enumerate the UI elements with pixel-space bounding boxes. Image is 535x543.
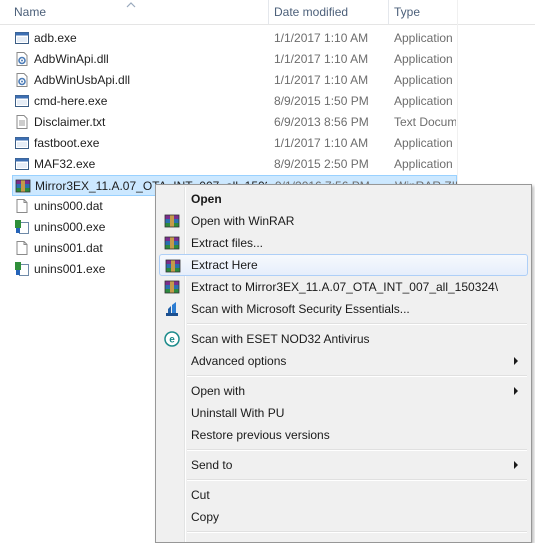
menu-separator bbox=[187, 323, 527, 325]
blank-file-icon bbox=[14, 198, 30, 214]
file-type: Application bbox=[394, 94, 453, 108]
menu-item-label: Advanced options bbox=[191, 354, 287, 368]
menu-item-extract-here[interactable]: Extract Here bbox=[159, 254, 528, 276]
menu-separator bbox=[187, 375, 527, 377]
menu-item-send-to[interactable]: Send to bbox=[159, 454, 528, 476]
file-type: Application bbox=[394, 73, 453, 87]
eset-icon: e bbox=[164, 331, 180, 347]
menu-item-scan-with-eset-nod32-antivirus[interactable]: e Scan with ESET NOD32 Antivirus bbox=[159, 328, 528, 350]
menu-item-label: Send to bbox=[191, 458, 233, 472]
menu-item-label: Open with WinRAR bbox=[191, 214, 295, 228]
menu-separator bbox=[187, 449, 527, 451]
file-name: MAF32.exe bbox=[34, 157, 96, 171]
file-row[interactable]: AdbWinApi.dll 1/1/2017 1:10 AM Application bbox=[12, 49, 457, 70]
file-type: Application bbox=[394, 52, 453, 66]
text-file-icon bbox=[14, 114, 30, 130]
file-date: 6/9/2013 8:56 PM bbox=[274, 115, 369, 129]
sort-chevron-icon bbox=[126, 2, 136, 8]
installer-icon bbox=[14, 219, 30, 235]
menu-item-copy[interactable]: Copy bbox=[159, 506, 528, 528]
svg-text:e: e bbox=[169, 335, 175, 346]
menu-separator bbox=[187, 531, 527, 533]
menu-item-open[interactable]: Open bbox=[159, 188, 528, 210]
file-name: Disclaimer.txt bbox=[34, 115, 106, 129]
menu-item-label: Open with bbox=[191, 384, 246, 398]
exe-window-icon bbox=[14, 30, 30, 46]
menu-item-extract-files[interactable]: Extract files... bbox=[159, 232, 528, 254]
winrar-icon bbox=[164, 235, 180, 251]
column-separator[interactable] bbox=[388, 0, 389, 24]
file-type: Application bbox=[394, 157, 453, 171]
menu-item-label: Extract files... bbox=[191, 236, 264, 250]
menu-item-create-shortcut[interactable]: Create shortcut bbox=[159, 536, 528, 542]
exe-window-icon bbox=[14, 135, 30, 151]
file-name: cmd-here.exe bbox=[34, 94, 108, 108]
dll-gear-icon bbox=[14, 51, 30, 67]
winrar-icon bbox=[165, 258, 181, 274]
winrar-archive-icon bbox=[15, 178, 31, 194]
column-header-name[interactable]: Name bbox=[14, 0, 46, 24]
installer-icon bbox=[14, 261, 30, 277]
menu-item-label: Extract to Mirror3EX_11.A.07_OTA_INT_007… bbox=[191, 280, 499, 294]
file-date: 8/9/2015 1:50 PM bbox=[274, 94, 369, 108]
exe-window-icon bbox=[14, 156, 30, 172]
menu-item-label: Scan with ESET NOD32 Antivirus bbox=[191, 332, 370, 346]
file-date: 8/9/2015 2:50 PM bbox=[274, 157, 369, 171]
menu-item-scan-with-microsoft-security-e[interactable]: Scan with Microsoft Security Essentials.… bbox=[159, 298, 528, 320]
file-type: Application bbox=[394, 136, 453, 150]
menu-item-restore-previous-versions[interactable]: Restore previous versions bbox=[159, 424, 528, 446]
file-name: fastboot.exe bbox=[34, 136, 100, 150]
submenu-arrow-icon bbox=[514, 387, 518, 395]
menu-item-uninstall-with-pu[interactable]: Uninstall With PU bbox=[159, 402, 528, 424]
menu-item-cut[interactable]: Cut bbox=[159, 484, 528, 506]
menu-item-open-with-winrar[interactable]: Open with WinRAR bbox=[159, 210, 528, 232]
dll-gear-icon bbox=[14, 72, 30, 88]
menu-item-extract-to-mirror3ex-11-a-07-o[interactable]: Extract to Mirror3EX_11.A.07_OTA_INT_007… bbox=[159, 276, 528, 298]
file-name: adb.exe bbox=[34, 31, 77, 45]
column-header-date[interactable]: Date modified bbox=[274, 0, 348, 24]
menu-item-open-with[interactable]: Open with bbox=[159, 380, 528, 402]
column-header-type[interactable]: Type bbox=[394, 0, 420, 24]
file-name: AdbWinUsbApi.dll bbox=[34, 73, 131, 87]
column-separator[interactable] bbox=[268, 0, 269, 24]
blank-file-icon bbox=[14, 240, 30, 256]
file-row[interactable]: AdbWinUsbApi.dll 1/1/2017 1:10 AM Applicat… bbox=[12, 70, 457, 91]
exe-window-icon bbox=[14, 93, 30, 109]
file-row[interactable]: cmd-here.exe 8/9/2015 1:50 PM Application bbox=[12, 91, 457, 112]
menu-item-label: Copy bbox=[191, 510, 220, 524]
file-row[interactable]: adb.exe 1/1/2017 1:10 AM Application bbox=[12, 28, 457, 49]
file-type: Text Document bbox=[394, 115, 456, 129]
file-type: Application bbox=[394, 31, 453, 45]
menu-item-label: Open bbox=[191, 192, 222, 206]
column-header-bar: Name Date modified Type bbox=[0, 0, 535, 25]
menu-item-label: Extract Here bbox=[191, 258, 258, 272]
menu-item-label: Cut bbox=[191, 488, 210, 502]
winrar-icon bbox=[164, 213, 180, 229]
menu-item-label: Uninstall With PU bbox=[191, 406, 285, 420]
file-date: 1/1/2017 1:10 AM bbox=[274, 52, 369, 66]
winrar-icon bbox=[164, 279, 180, 295]
file-row[interactable]: MAF32.exe 8/9/2015 2:50 PM Application bbox=[12, 154, 457, 175]
menu-item-label: Create shortcut bbox=[191, 536, 273, 542]
menu-item-label: Restore previous versions bbox=[191, 428, 330, 442]
file-date: 1/1/2017 1:10 AM bbox=[274, 73, 369, 87]
file-date: 1/1/2017 1:10 AM bbox=[274, 136, 369, 150]
submenu-arrow-icon bbox=[514, 357, 518, 365]
security-essentials-icon bbox=[164, 301, 180, 317]
menu-item-advanced-options[interactable]: Advanced options bbox=[159, 350, 528, 372]
menu-item-label: Scan with Microsoft Security Essentials.… bbox=[191, 302, 410, 316]
file-row[interactable]: fastboot.exe 1/1/2017 1:10 AM Application bbox=[12, 133, 457, 154]
context-menu: Open Open with WinRAR Extract files... Extr… bbox=[155, 184, 532, 543]
file-date: 1/1/2017 1:10 AM bbox=[274, 31, 369, 45]
file-name: AdbWinApi.dll bbox=[34, 52, 109, 66]
file-row[interactable]: Disclaimer.txt 6/9/2013 8:56 PM Text Docum… bbox=[12, 112, 457, 133]
menu-separator bbox=[187, 479, 527, 481]
submenu-arrow-icon bbox=[514, 461, 518, 469]
